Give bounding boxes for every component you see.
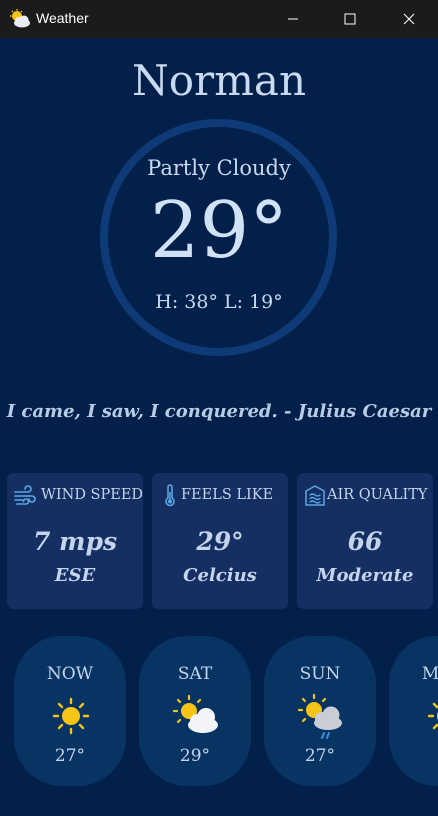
wind-speed-card: WIND SPEED 7 mps ESE [7, 473, 143, 609]
forecast-temperature: 27° [54, 746, 86, 766]
maximize-button[interactable] [321, 0, 379, 38]
forecast-temperature: 27° [304, 746, 336, 766]
city-name: Norman [131, 56, 307, 105]
forecast-item[interactable]: SAT 29° [139, 636, 251, 786]
maximize-icon [344, 13, 356, 25]
card-value: 66 [347, 527, 383, 556]
card-value: 7 mps [32, 527, 118, 556]
partly-cloudy-icon [172, 694, 218, 733]
forecast-day: NOW [46, 664, 94, 684]
feels-like-card: FEELS LIKE 29° Celcius [152, 473, 288, 609]
forecast-temperature: 29° [179, 746, 211, 766]
sun-icon [427, 702, 438, 730]
close-icon [403, 13, 415, 25]
card-title: WIND SPEED [41, 487, 144, 503]
weather-condition: Partly Cloudy [147, 156, 291, 180]
card-subvalue: Moderate [316, 565, 414, 586]
forecast-item[interactable]: NOW 27° [14, 636, 126, 786]
title-bar: Weather [0, 0, 438, 38]
forecast-day: MON [421, 664, 438, 684]
minimize-icon [288, 18, 298, 20]
forecast-day: SAT [177, 664, 213, 684]
sun-icon [52, 697, 90, 735]
quote-text: I came, I saw, I conquered. - Julius Cae… [6, 401, 432, 422]
forecast-item[interactable]: MON [389, 636, 438, 786]
forecast-item[interactable]: SUN 27° [264, 636, 376, 786]
air-quality-card: AIR QUALITY 66 Moderate [297, 473, 433, 609]
wind-icon [14, 485, 36, 505]
rain-cloud-icon [297, 693, 342, 739]
air-quality-icon [305, 485, 325, 506]
close-button[interactable] [380, 0, 438, 38]
forecast-strip[interactable]: NOW 27° SAT 29° SUN 27° M [0, 630, 438, 800]
card-subvalue: ESE [54, 565, 96, 586]
card-subvalue: Celcius [183, 565, 257, 586]
minimize-button[interactable] [264, 0, 322, 38]
current-temperature: 29° [149, 186, 289, 276]
weather-app-icon [10, 9, 30, 28]
window-title: Weather [36, 10, 89, 26]
card-title: FEELS LIKE [181, 487, 274, 503]
forecast-day: SUN [299, 664, 341, 684]
high-low-temperature: H: 38° L: 19° [155, 291, 283, 313]
card-title: AIR QUALITY [327, 487, 428, 503]
card-value: 29° [196, 527, 244, 556]
thermometer-icon [165, 484, 175, 507]
